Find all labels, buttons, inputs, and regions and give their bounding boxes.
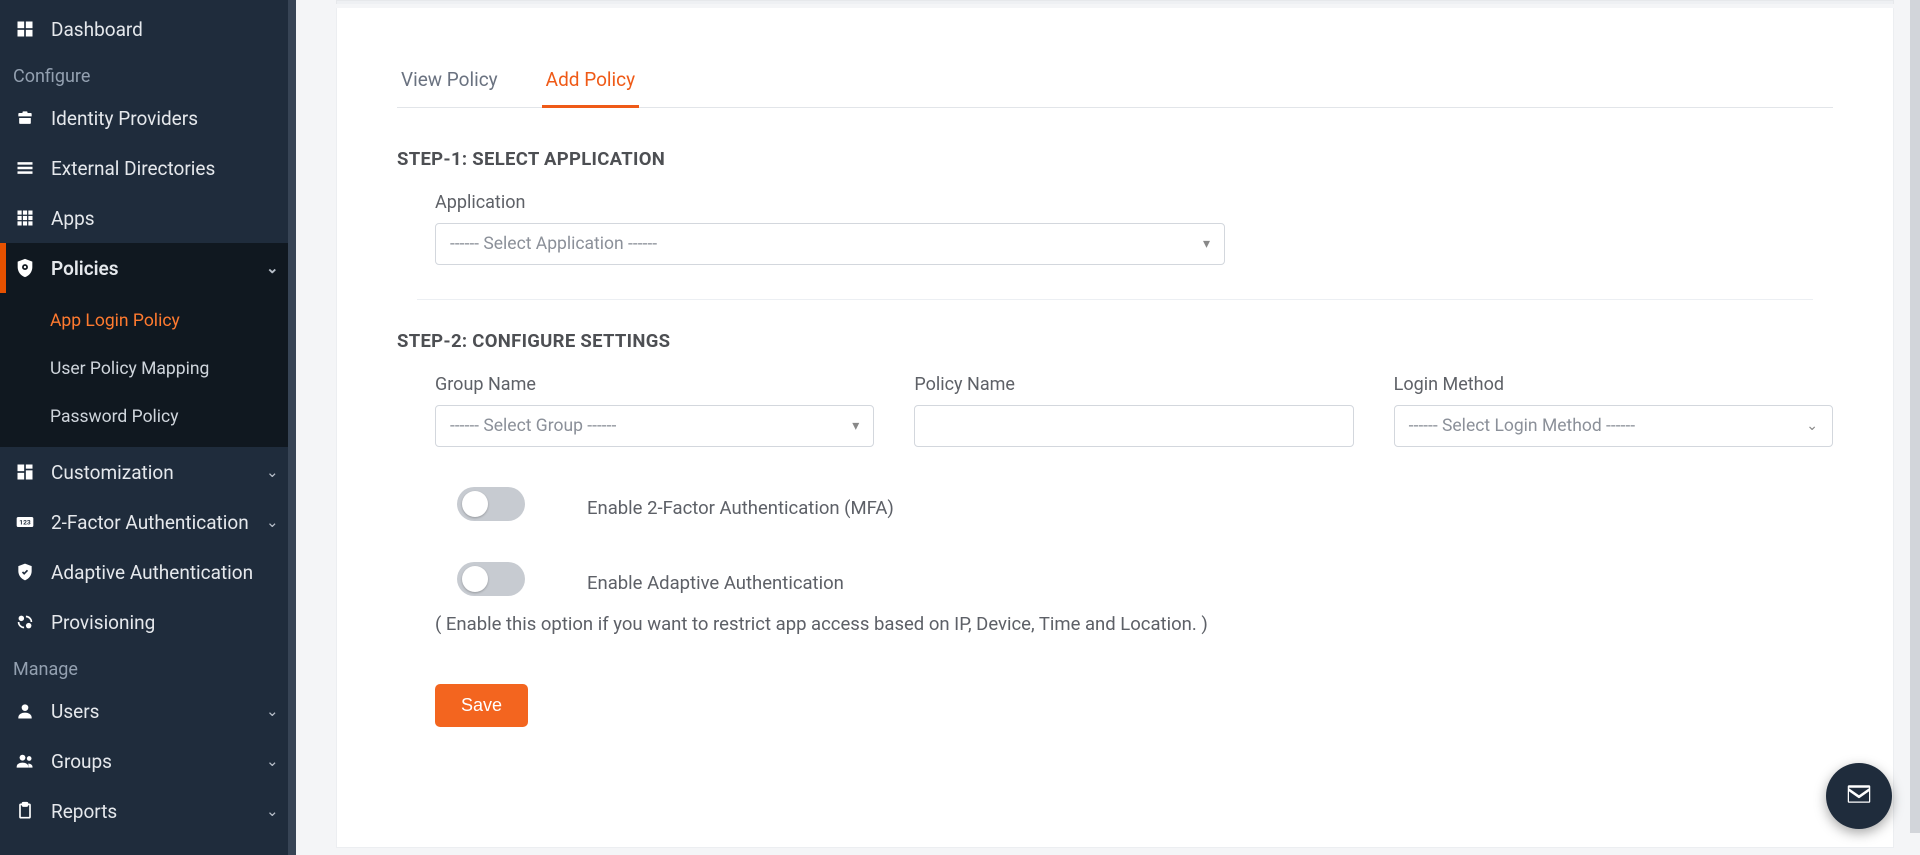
nav-groups[interactable]: Groups ⌄ xyxy=(0,736,296,786)
sync-users-icon xyxy=(14,611,36,633)
application-select-value: ------ Select Application ------ xyxy=(450,234,657,254)
toggle-enable-adaptive[interactable] xyxy=(457,562,525,596)
nav-apps-label: Apps xyxy=(51,207,282,230)
nav-identity-providers[interactable]: Identity Providers xyxy=(0,93,296,143)
nav-users-label: Users xyxy=(51,700,266,723)
nav-provisioning[interactable]: Provisioning xyxy=(0,597,296,647)
nav-provisioning-label: Provisioning xyxy=(51,611,282,634)
application-label: Application xyxy=(435,192,1833,213)
chevron-down-icon: ⌄ xyxy=(266,702,282,720)
tab-view-policy[interactable]: View Policy xyxy=(397,56,502,108)
dashboard-icon xyxy=(14,18,36,40)
tab-add-policy[interactable]: Add Policy xyxy=(542,56,639,108)
nav-2fa-label: 2-Factor Authentication xyxy=(51,511,266,534)
policy-tabs: View Policy Add Policy xyxy=(397,56,1833,108)
nav-external-directories[interactable]: External Directories xyxy=(0,143,296,193)
toggle-mfa-label: Enable 2-Factor Authentication (MFA) xyxy=(587,487,894,526)
section-manage-label: Manage xyxy=(0,647,296,686)
badge-123-icon: 123 xyxy=(14,511,36,533)
login-method-select[interactable]: ------ Select Login Method ------ ⌄ xyxy=(1394,405,1833,447)
policies-submenu: App Login Policy User Policy Mapping Pas… xyxy=(0,293,296,447)
nav-dashboard[interactable]: Dashboard xyxy=(0,4,296,54)
caret-down-icon: ▾ xyxy=(852,418,859,434)
step-separator xyxy=(417,299,1813,300)
subnav-app-login-policy[interactable]: App Login Policy xyxy=(0,297,296,345)
mail-icon xyxy=(1844,779,1874,813)
nav-customization-label: Customization xyxy=(51,461,266,484)
nav-reports-label: Reports xyxy=(51,800,266,823)
group-name-select-value: ------ Select Group ------ xyxy=(450,416,616,436)
chevron-down-icon: ⌄ xyxy=(266,259,282,277)
chat-fab[interactable] xyxy=(1826,763,1892,829)
toggle-knob xyxy=(462,491,488,517)
policy-card: View Policy Add Policy STEP-1: SELECT AP… xyxy=(336,8,1894,848)
nav-adaptive-auth-label: Adaptive Authentication xyxy=(51,561,282,584)
subnav-password-policy[interactable]: Password Policy xyxy=(0,393,296,441)
chevron-down-icon: ⌄ xyxy=(1806,418,1818,434)
application-select[interactable]: ------ Select Application ------ ▾ xyxy=(435,223,1225,265)
nav-policies[interactable]: Policies ⌄ xyxy=(0,243,296,293)
user-icon xyxy=(14,700,36,722)
nav-users[interactable]: Users ⌄ xyxy=(0,686,296,736)
toggle-enable-mfa[interactable] xyxy=(457,487,525,521)
group-name-label: Group Name xyxy=(435,374,874,395)
nav-2fa[interactable]: 123 2-Factor Authentication ⌄ xyxy=(0,497,296,547)
chevron-down-icon: ⌄ xyxy=(266,752,282,770)
step2-title: STEP-2: CONFIGURE SETTINGS xyxy=(397,330,1833,352)
caret-down-icon: ▾ xyxy=(1203,236,1210,252)
page-scrollbar[interactable] xyxy=(1910,0,1920,833)
main-content: View Policy Add Policy STEP-1: SELECT AP… xyxy=(296,0,1920,855)
nav-reports[interactable]: Reports ⌄ xyxy=(0,786,296,836)
policy-name-input[interactable] xyxy=(914,405,1353,447)
list-icon xyxy=(14,157,36,179)
nav-customization[interactable]: Customization ⌄ xyxy=(0,447,296,497)
nav-adaptive-auth[interactable]: Adaptive Authentication xyxy=(0,547,296,597)
clipboard-icon xyxy=(14,800,36,822)
nav-apps[interactable]: Apps xyxy=(0,193,296,243)
chevron-down-icon: ⌄ xyxy=(266,802,282,820)
users-icon xyxy=(14,750,36,772)
card-top-border xyxy=(336,0,1894,4)
grid-icon xyxy=(14,207,36,229)
svg-text:123: 123 xyxy=(19,519,31,527)
login-method-select-value: ------ Select Login Method ------ xyxy=(1409,416,1635,436)
save-button[interactable]: Save xyxy=(435,684,528,727)
shield-icon xyxy=(14,257,36,279)
shield-check-icon xyxy=(14,561,36,583)
briefcase-icon xyxy=(14,107,36,129)
subnav-user-policy-mapping[interactable]: User Policy Mapping xyxy=(0,345,296,393)
nav-external-directories-label: External Directories xyxy=(51,157,282,180)
nav-dashboard-label: Dashboard xyxy=(51,18,282,41)
sidebar-scrollbar[interactable] xyxy=(288,0,296,855)
toggle-knob xyxy=(462,566,488,592)
sidebar: Dashboard Configure Identity Providers E… xyxy=(0,0,296,855)
nav-identity-providers-label: Identity Providers xyxy=(51,107,282,130)
toggle-adaptive-label: Enable Adaptive Authentication xyxy=(587,566,844,601)
login-method-label: Login Method xyxy=(1394,374,1833,395)
customize-icon xyxy=(14,461,36,483)
toggle-adaptive-note: ( Enable this option if you want to rest… xyxy=(435,607,1833,642)
section-configure-label: Configure xyxy=(0,54,296,93)
chevron-down-icon: ⌄ xyxy=(266,513,282,531)
group-name-select[interactable]: ------ Select Group ------ ▾ xyxy=(435,405,874,447)
nav-groups-label: Groups xyxy=(51,750,266,773)
policy-name-label: Policy Name xyxy=(914,374,1353,395)
nav-policies-label: Policies xyxy=(51,257,266,280)
chevron-down-icon: ⌄ xyxy=(266,463,282,481)
step1-title: STEP-1: SELECT APPLICATION xyxy=(397,148,1833,170)
